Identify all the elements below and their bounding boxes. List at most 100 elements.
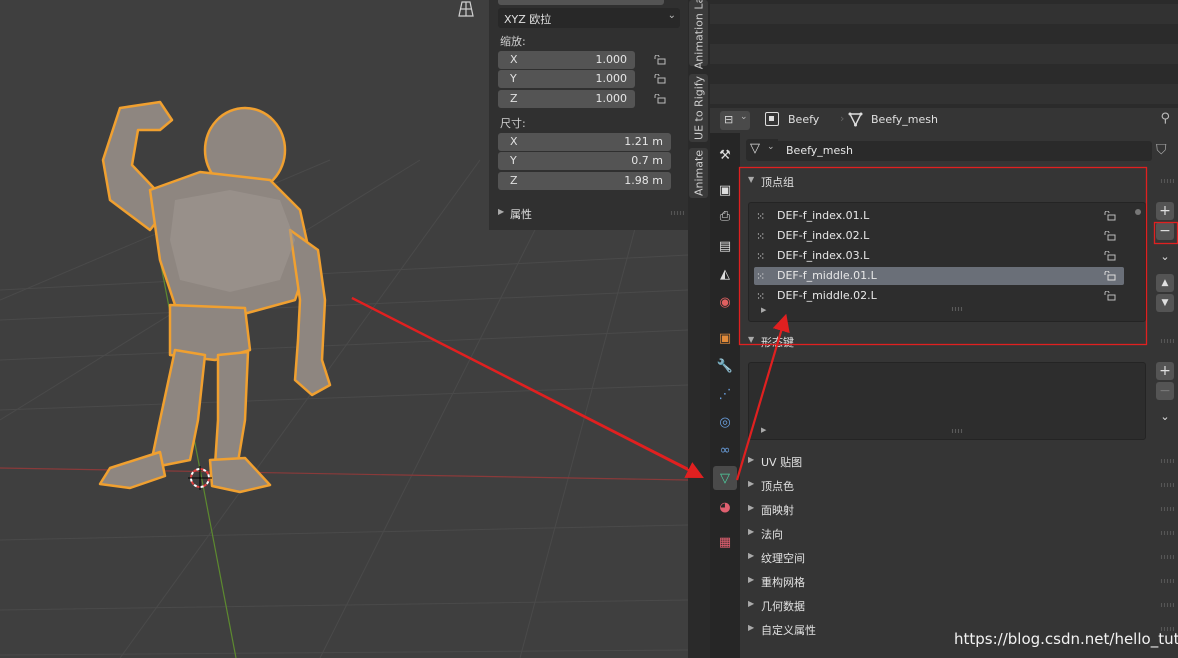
- shape-keys-title: 形态键: [761, 336, 794, 349]
- dimension-z-field[interactable]: Z 1.98 m: [498, 172, 671, 190]
- chevron-down-icon: ⌄: [767, 142, 775, 152]
- drag-handle-icon[interactable]: [1160, 179, 1174, 183]
- constraints-tab-icon[interactable]: ∞: [717, 442, 733, 458]
- unlock-icon[interactable]: [1104, 251, 1116, 261]
- vertex-group-icon: ⁙: [756, 270, 766, 283]
- unlock-icon[interactable]: [1104, 211, 1116, 221]
- shape-keys-list[interactable]: ▶: [748, 362, 1146, 440]
- mesh-name[interactable]: Beefy_mesh: [871, 113, 938, 126]
- grid-view-icon[interactable]: [454, 0, 478, 18]
- filter-options-triangle-icon[interactable]: ▶: [761, 426, 766, 434]
- scale-x-field[interactable]: X 1.000: [498, 51, 635, 69]
- list-item[interactable]: ⁙ DEF-f_index.02.L: [754, 227, 1124, 245]
- scene-tab-icon[interactable]: ◭: [717, 266, 733, 282]
- move-up-button[interactable]: ▲: [1156, 274, 1174, 292]
- modifier-tab-icon[interactable]: 🔧: [717, 358, 733, 374]
- collapse-triangle-icon: ▼: [748, 335, 755, 344]
- output-tab-icon[interactable]: ⎙: [717, 208, 733, 224]
- object-name[interactable]: Beefy: [788, 113, 819, 126]
- vertex-groups-panel-header[interactable]: ▼ 顶点组: [740, 171, 1174, 191]
- list-item-selected[interactable]: ⁙ DEF-f_middle.01.L: [754, 267, 1124, 285]
- resize-handle-icon[interactable]: [951, 429, 963, 433]
- tool-tab-icon[interactable]: ⚒: [717, 147, 733, 163]
- mesh-data-icon: ▽: [750, 141, 760, 156]
- 3d-cursor: [188, 466, 212, 490]
- remove-vertex-group-button[interactable]: −: [1156, 222, 1174, 240]
- remesh-panel-header[interactable]: ▶ 重构网格: [740, 571, 1174, 591]
- timeline-area: [710, 0, 1178, 108]
- dimension-x-field[interactable]: X 1.21 m: [498, 133, 671, 151]
- drag-handle-icon[interactable]: [670, 211, 684, 215]
- chest-shading: [170, 190, 295, 292]
- shape-keys-panel-header[interactable]: ▼ 形态键: [740, 331, 1174, 351]
- collapse-triangle-icon: ▼: [748, 175, 755, 184]
- drag-handle-icon[interactable]: [1160, 339, 1174, 343]
- fake-user-shield-icon[interactable]: ⛉: [1156, 142, 1167, 158]
- vertex-group-icon: ⁙: [756, 290, 766, 303]
- rotation-mode-value: XYZ 欧拉: [504, 13, 552, 26]
- editor-type-button[interactable]: ⊟ ⌄: [720, 111, 750, 130]
- world-tab-icon[interactable]: ◉: [717, 294, 733, 310]
- pin-icon[interactable]: ⚲: [1160, 111, 1170, 126]
- texture-tab-icon[interactable]: ▦: [717, 534, 733, 550]
- scale-z-field[interactable]: Z 1.000: [498, 90, 635, 108]
- vertex-groups-list[interactable]: ⁙ DEF-f_index.01.L ⁙ DEF-f_index.02.L ⁙ …: [748, 202, 1146, 322]
- data-name-field[interactable]: Beefy_mesh: [778, 141, 1152, 161]
- add-shape-key-button[interactable]: +: [1156, 362, 1174, 380]
- mesh-data-tab-icon[interactable]: ▽: [713, 466, 737, 490]
- scale-y-field[interactable]: Y 1.000: [498, 70, 635, 88]
- physics-tab-icon[interactable]: ◎: [717, 414, 733, 430]
- list-item[interactable]: ⁙ DEF-f_index.01.L: [754, 207, 1124, 225]
- unlock-icon[interactable]: [1104, 291, 1116, 301]
- unlock-icon[interactable]: [654, 55, 666, 65]
- render-tab-icon[interactable]: ▣: [717, 182, 733, 198]
- tab-ue-to-rigify[interactable]: UE to Rigify: [689, 74, 708, 142]
- unlock-icon[interactable]: [1104, 271, 1116, 281]
- dimension-y-field[interactable]: Y 0.7 m: [498, 152, 671, 170]
- unlock-icon[interactable]: [654, 94, 666, 104]
- properties-header: ⊟ ⌄ Beefy › Beefy_mesh ⚲: [710, 108, 1178, 133]
- scale-label: 缩放:: [500, 35, 526, 48]
- properties-label: 属性: [510, 208, 532, 221]
- properties-tabs: ⚒ ▣ ⎙ ▤ ◭ ◉ ▣ 🔧 ⋰ ◎ ∞ ▽ ◕ ▦: [710, 133, 740, 658]
- geometry-data-panel-header[interactable]: ▶ 几何数据: [740, 595, 1174, 615]
- normals-panel-header[interactable]: ▶ 法向: [740, 523, 1174, 543]
- unlock-icon[interactable]: [654, 74, 666, 84]
- particles-tab-icon[interactable]: ⋰: [717, 386, 733, 402]
- vertex-colors-panel-header[interactable]: ▶ 顶点色: [740, 475, 1174, 495]
- chevron-down-icon: ⌄: [740, 112, 748, 122]
- shape-key-specials-button[interactable]: ⌄: [1156, 408, 1174, 426]
- list-item[interactable]: ⁙ DEF-f_index.03.L: [754, 247, 1124, 265]
- object-tab-icon[interactable]: ▣: [717, 330, 733, 346]
- move-down-button[interactable]: ▼: [1156, 294, 1174, 312]
- data-browse-button[interactable]: ▽ ⌄: [746, 139, 778, 161]
- mesh-data-icon: [848, 112, 863, 127]
- vertex-groups-title: 顶点组: [761, 176, 794, 189]
- vertex-group-icon: ⁙: [756, 230, 766, 243]
- breadcrumb-separator: ›: [840, 112, 845, 125]
- view-layer-tab-icon[interactable]: ▤: [717, 238, 733, 254]
- tab-animation-layers[interactable]: Animation La: [689, 0, 708, 69]
- rotation-mode-dropdown[interactable]: XYZ 欧拉 ⌄: [498, 8, 680, 28]
- annotation-arrow: [351, 297, 688, 471]
- texture-space-panel-header[interactable]: ▶ 纹理空间: [740, 547, 1174, 567]
- material-tab-icon[interactable]: ◕: [717, 499, 733, 515]
- sidebar-tabs: Animation La UE to Rigify Animate: [688, 0, 710, 658]
- remove-shape-key-button[interactable]: −: [1156, 382, 1174, 400]
- vertex-group-specials-button[interactable]: ⌄: [1156, 248, 1174, 266]
- properties-panel-header[interactable]: ▶ 属性: [489, 203, 688, 223]
- resize-handle-icon[interactable]: [951, 307, 963, 311]
- sidebar-n-panel: XYZ 欧拉 ⌄ 缩放: X 1.000 Y 1.000 Z 1.000 尺寸: X1…: [489, 0, 688, 230]
- tab-animate[interactable]: Animate: [689, 148, 708, 198]
- chevron-down-icon: ⌄: [667, 10, 676, 21]
- face-maps-panel-header[interactable]: ▶ 面映射: [740, 499, 1174, 519]
- filter-options-triangle-icon[interactable]: ▶: [761, 306, 766, 314]
- watermark: https://blog.csdn.net/hello_tute: [954, 630, 1178, 648]
- field-partial: [498, 0, 664, 5]
- unlock-icon[interactable]: [1104, 231, 1116, 241]
- scrollbar[interactable]: [1135, 205, 1141, 317]
- add-vertex-group-button[interactable]: +: [1156, 202, 1174, 220]
- properties-editor: ▽ ⌄ Beefy_mesh ⛉ ▼ 顶点组 ⁙ DEF-f_index.01.…: [740, 133, 1178, 658]
- uv-maps-panel-header[interactable]: ▶ UV 贴图: [740, 451, 1174, 471]
- list-item[interactable]: ⁙ DEF-f_middle.02.L: [754, 287, 1124, 305]
